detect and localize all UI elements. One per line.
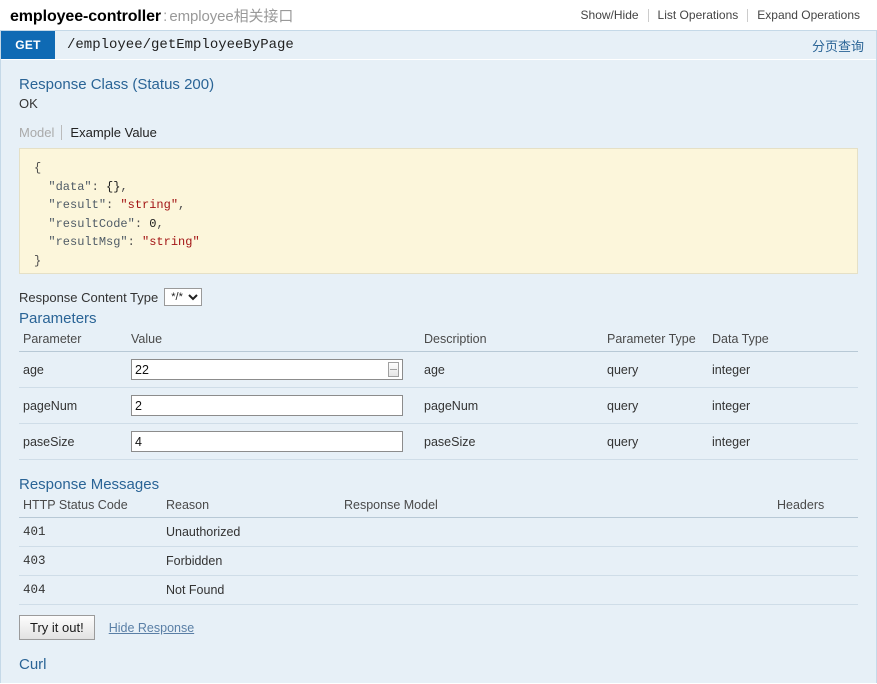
try-it-out-button[interactable]: Try it out! [19, 615, 95, 640]
status-headers [773, 575, 858, 605]
status-response-model [340, 575, 773, 605]
col-response-model: Response Model [340, 496, 773, 518]
parameters-heading: Parameters [19, 310, 97, 327]
json-key: "result" [48, 198, 107, 213]
json-comma: , [178, 198, 186, 213]
response-content-type-label: Response Content Type [19, 289, 159, 305]
pasesize-input-wrapper [131, 431, 403, 452]
status-headers [773, 517, 858, 547]
parameter-description: paseSize [420, 423, 603, 460]
parameter-description: pageNum [420, 387, 603, 424]
parameter-value-cell [127, 423, 420, 460]
col-headers: Headers [773, 496, 858, 518]
resource-name: employee-controller [10, 7, 162, 25]
expand-operations-link[interactable]: Expand Operations [748, 8, 869, 22]
operation-body: Response Class (Status 200) OK Model Exa… [1, 59, 876, 683]
json-key: "data" [48, 179, 92, 194]
table-row: paseSize paseSize query integer [19, 423, 858, 460]
parameter-name: pageNum [19, 387, 127, 424]
resource-title: employee-controller: employee相关接口 [10, 5, 293, 26]
json-comma: , [156, 216, 164, 231]
parameter-type: query [603, 351, 708, 388]
pagenum-input-wrapper [131, 395, 403, 416]
number-spinner-icon[interactable] [388, 362, 399, 377]
json-value: "string" [120, 198, 179, 213]
status-response-model [340, 517, 773, 547]
operation-actions: Try it out! Hide Response [19, 615, 858, 640]
response-content-type-row: Response Content Type */* [19, 288, 858, 306]
col-parameter: Parameter [19, 330, 127, 352]
operation-block: GET /employee/getEmployeeByPage 分页查询 Res… [0, 30, 877, 683]
response-messages-header-row: HTTP Status Code Reason Response Model H… [19, 496, 858, 518]
table-row: 404 Not Found [19, 575, 858, 605]
resource-description: employee相关接口 [169, 7, 294, 25]
status-response-model [340, 546, 773, 576]
status-code: 403 [19, 546, 162, 576]
response-class-status-text: OK [19, 96, 38, 111]
status-code: 401 [19, 517, 162, 547]
parameter-name: paseSize [19, 423, 127, 460]
operation-heading[interactable]: GET /employee/getEmployeeByPage 分页查询 [1, 31, 876, 59]
parameter-name: age [19, 351, 127, 388]
status-headers [773, 546, 858, 576]
status-code: 404 [19, 575, 162, 605]
parameter-type: query [603, 423, 708, 460]
json-value: "string" [142, 235, 200, 250]
parameter-description: age [420, 351, 603, 388]
col-description: Description [420, 330, 603, 352]
parameter-value-cell [127, 351, 420, 388]
response-class-heading: Response Class (Status 200) [19, 76, 215, 93]
resource-header: employee-controller: employee相关接口 Show/Hi… [0, 0, 877, 30]
col-data-type: Data Type [708, 330, 858, 352]
operation-method-badge: GET [1, 31, 55, 59]
table-row: age age query integer [19, 351, 858, 388]
curl-heading: Curl [19, 656, 47, 673]
json-key: "resultCode" [48, 216, 135, 231]
parameters-header-row: Parameter Value Description Parameter Ty… [19, 330, 858, 352]
response-messages-table: HTTP Status Code Reason Response Model H… [19, 496, 858, 605]
json-key: "resultMsg" [48, 235, 128, 250]
status-reason: Not Found [162, 575, 340, 605]
operation-path[interactable]: /employee/getEmployeeByPage [55, 31, 812, 59]
resource-options: Show/Hide List Operations Expand Operati… [572, 8, 869, 22]
col-reason: Reason [162, 496, 340, 518]
table-row: 403 Forbidden [19, 546, 858, 576]
table-row: 401 Unauthorized [19, 517, 858, 547]
table-row: pageNum pageNum query integer [19, 387, 858, 424]
parameters-table: Parameter Value Description Parameter Ty… [19, 330, 858, 460]
json-comma: , [120, 179, 128, 194]
list-operations-link[interactable]: List Operations [649, 8, 748, 22]
model-example-tabs: Model Example Value [19, 125, 858, 140]
operation-summary[interactable]: 分页查询 [812, 31, 876, 59]
parameter-type: query [603, 387, 708, 424]
col-http-status-code: HTTP Status Code [19, 496, 162, 518]
response-content-type-select[interactable]: */* [164, 288, 203, 306]
hide-response-link[interactable]: Hide Response [109, 621, 194, 635]
age-input-wrapper [131, 359, 403, 380]
age-input[interactable] [131, 359, 403, 380]
json-close-brace: } [34, 253, 42, 268]
parameter-data-type: integer [708, 423, 858, 460]
parameter-data-type: integer [708, 387, 858, 424]
status-reason: Forbidden [162, 546, 340, 576]
pasesize-input[interactable] [131, 431, 403, 452]
parameter-value-cell [127, 387, 420, 424]
json-open-brace: { [34, 161, 42, 175]
response-messages-heading: Response Messages [19, 476, 160, 493]
tab-example-value[interactable]: Example Value [61, 125, 163, 140]
show-hide-link[interactable]: Show/Hide [572, 8, 648, 22]
col-value: Value [127, 330, 420, 352]
col-parameter-type: Parameter Type [603, 330, 708, 352]
status-reason: Unauthorized [162, 517, 340, 547]
parameter-data-type: integer [708, 351, 858, 388]
tab-model[interactable]: Model [19, 125, 61, 140]
json-value: {} [106, 179, 121, 194]
example-value-snippet: { "data": {}, "result": "string", "resul… [19, 148, 858, 274]
pagenum-input[interactable] [131, 395, 403, 416]
